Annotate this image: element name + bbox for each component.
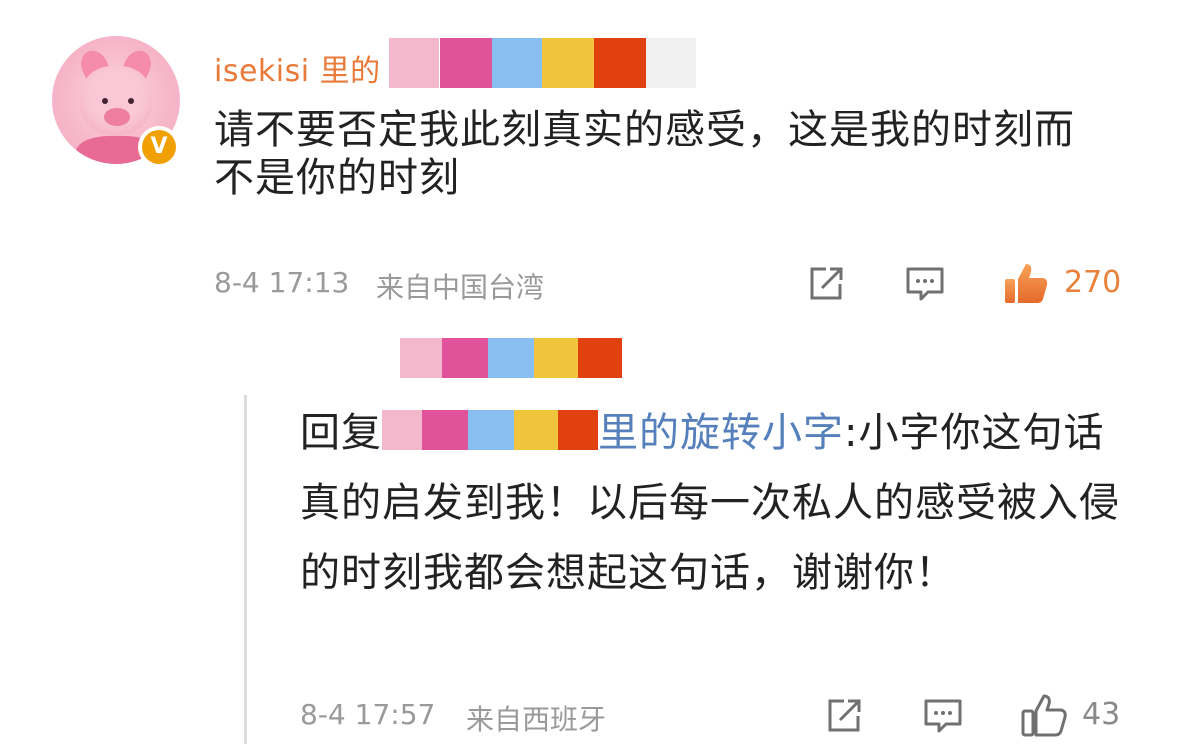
- censor-block: [646, 38, 696, 88]
- reply-prefix: 回复: [300, 410, 382, 456]
- reply-timestamp: 8-4 17:57: [300, 698, 436, 731]
- censor-block: [468, 410, 514, 450]
- comment-timestamp: 8-4 17:13: [214, 266, 350, 299]
- comment-icon[interactable]: [904, 264, 946, 304]
- censor-block: [422, 410, 468, 450]
- comment-icon[interactable]: [922, 696, 964, 736]
- reply-thread-line: [244, 395, 247, 744]
- like-count: 270: [1064, 265, 1122, 300]
- censor-block: [488, 338, 534, 378]
- censor-block: [514, 410, 558, 450]
- comment-username[interactable]: isekisi 里的: [214, 46, 381, 90]
- piglet-eye: [128, 98, 134, 104]
- censor-block: [594, 38, 646, 88]
- like-icon-filled[interactable]: [1002, 260, 1050, 306]
- censor-block: [542, 38, 594, 88]
- verified-v-icon: V: [142, 130, 176, 164]
- reply-to-username[interactable]: 里的旋转小字: [598, 410, 844, 456]
- reply-body: 回复 里的旋转小字:小字你这句话真的启发到我！以后每一次私人的感受被入侵的时刻我都…: [300, 398, 1140, 608]
- censor-block: [442, 338, 488, 378]
- censor-block: [558, 410, 598, 450]
- censor-block: [400, 338, 442, 378]
- censor-block: [440, 38, 492, 88]
- censor-block: [389, 38, 439, 88]
- like-icon[interactable]: [1020, 692, 1068, 738]
- share-icon[interactable]: [824, 696, 864, 736]
- reply-location: 来自西班牙: [466, 703, 607, 736]
- censor-block: [534, 338, 578, 378]
- censor-block: [578, 338, 622, 378]
- censor-block: [382, 410, 422, 450]
- comment-text: 请不要否定我此刻真实的感受，这是我的时刻而不是你的时刻: [214, 107, 1075, 201]
- share-icon[interactable]: [806, 264, 846, 304]
- comment-location: 来自中国台湾: [376, 271, 545, 304]
- censor-block: [492, 38, 542, 88]
- verified-badge: V: [138, 126, 180, 168]
- like-count: 43: [1082, 697, 1121, 732]
- piglet-snout: [104, 108, 130, 126]
- piglet-eye: [102, 98, 108, 104]
